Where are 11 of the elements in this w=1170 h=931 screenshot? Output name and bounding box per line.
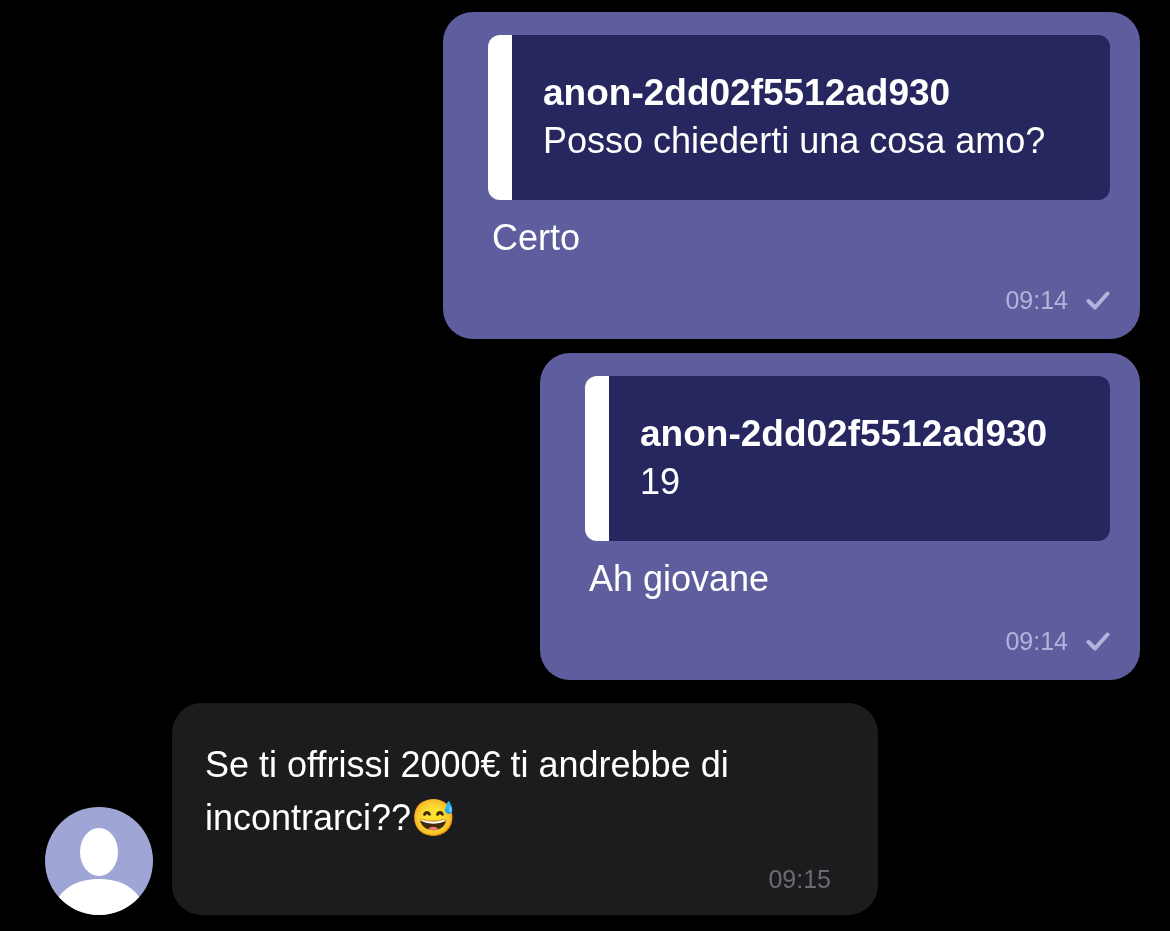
quoted-author: anon-2dd02f5512ad930: [640, 412, 1049, 456]
message-text: Certo: [491, 216, 582, 260]
message-time: 09:14: [1005, 626, 1068, 656]
message-text: Ah giovane: [588, 557, 771, 601]
quoted-author: anon-2dd02f5512ad930: [543, 71, 952, 115]
quoted-text: 19: [640, 460, 682, 504]
avatar-icon: [45, 807, 153, 915]
message-time: 09:15: [768, 864, 831, 894]
quoted-text: Posso chiederti una cosa amo?: [543, 119, 1047, 163]
message-time: 09:14: [1005, 285, 1068, 315]
message-text: Se ti offrissi 2000€ ti andrebbe di incontrarci??😅: [205, 743, 730, 840]
